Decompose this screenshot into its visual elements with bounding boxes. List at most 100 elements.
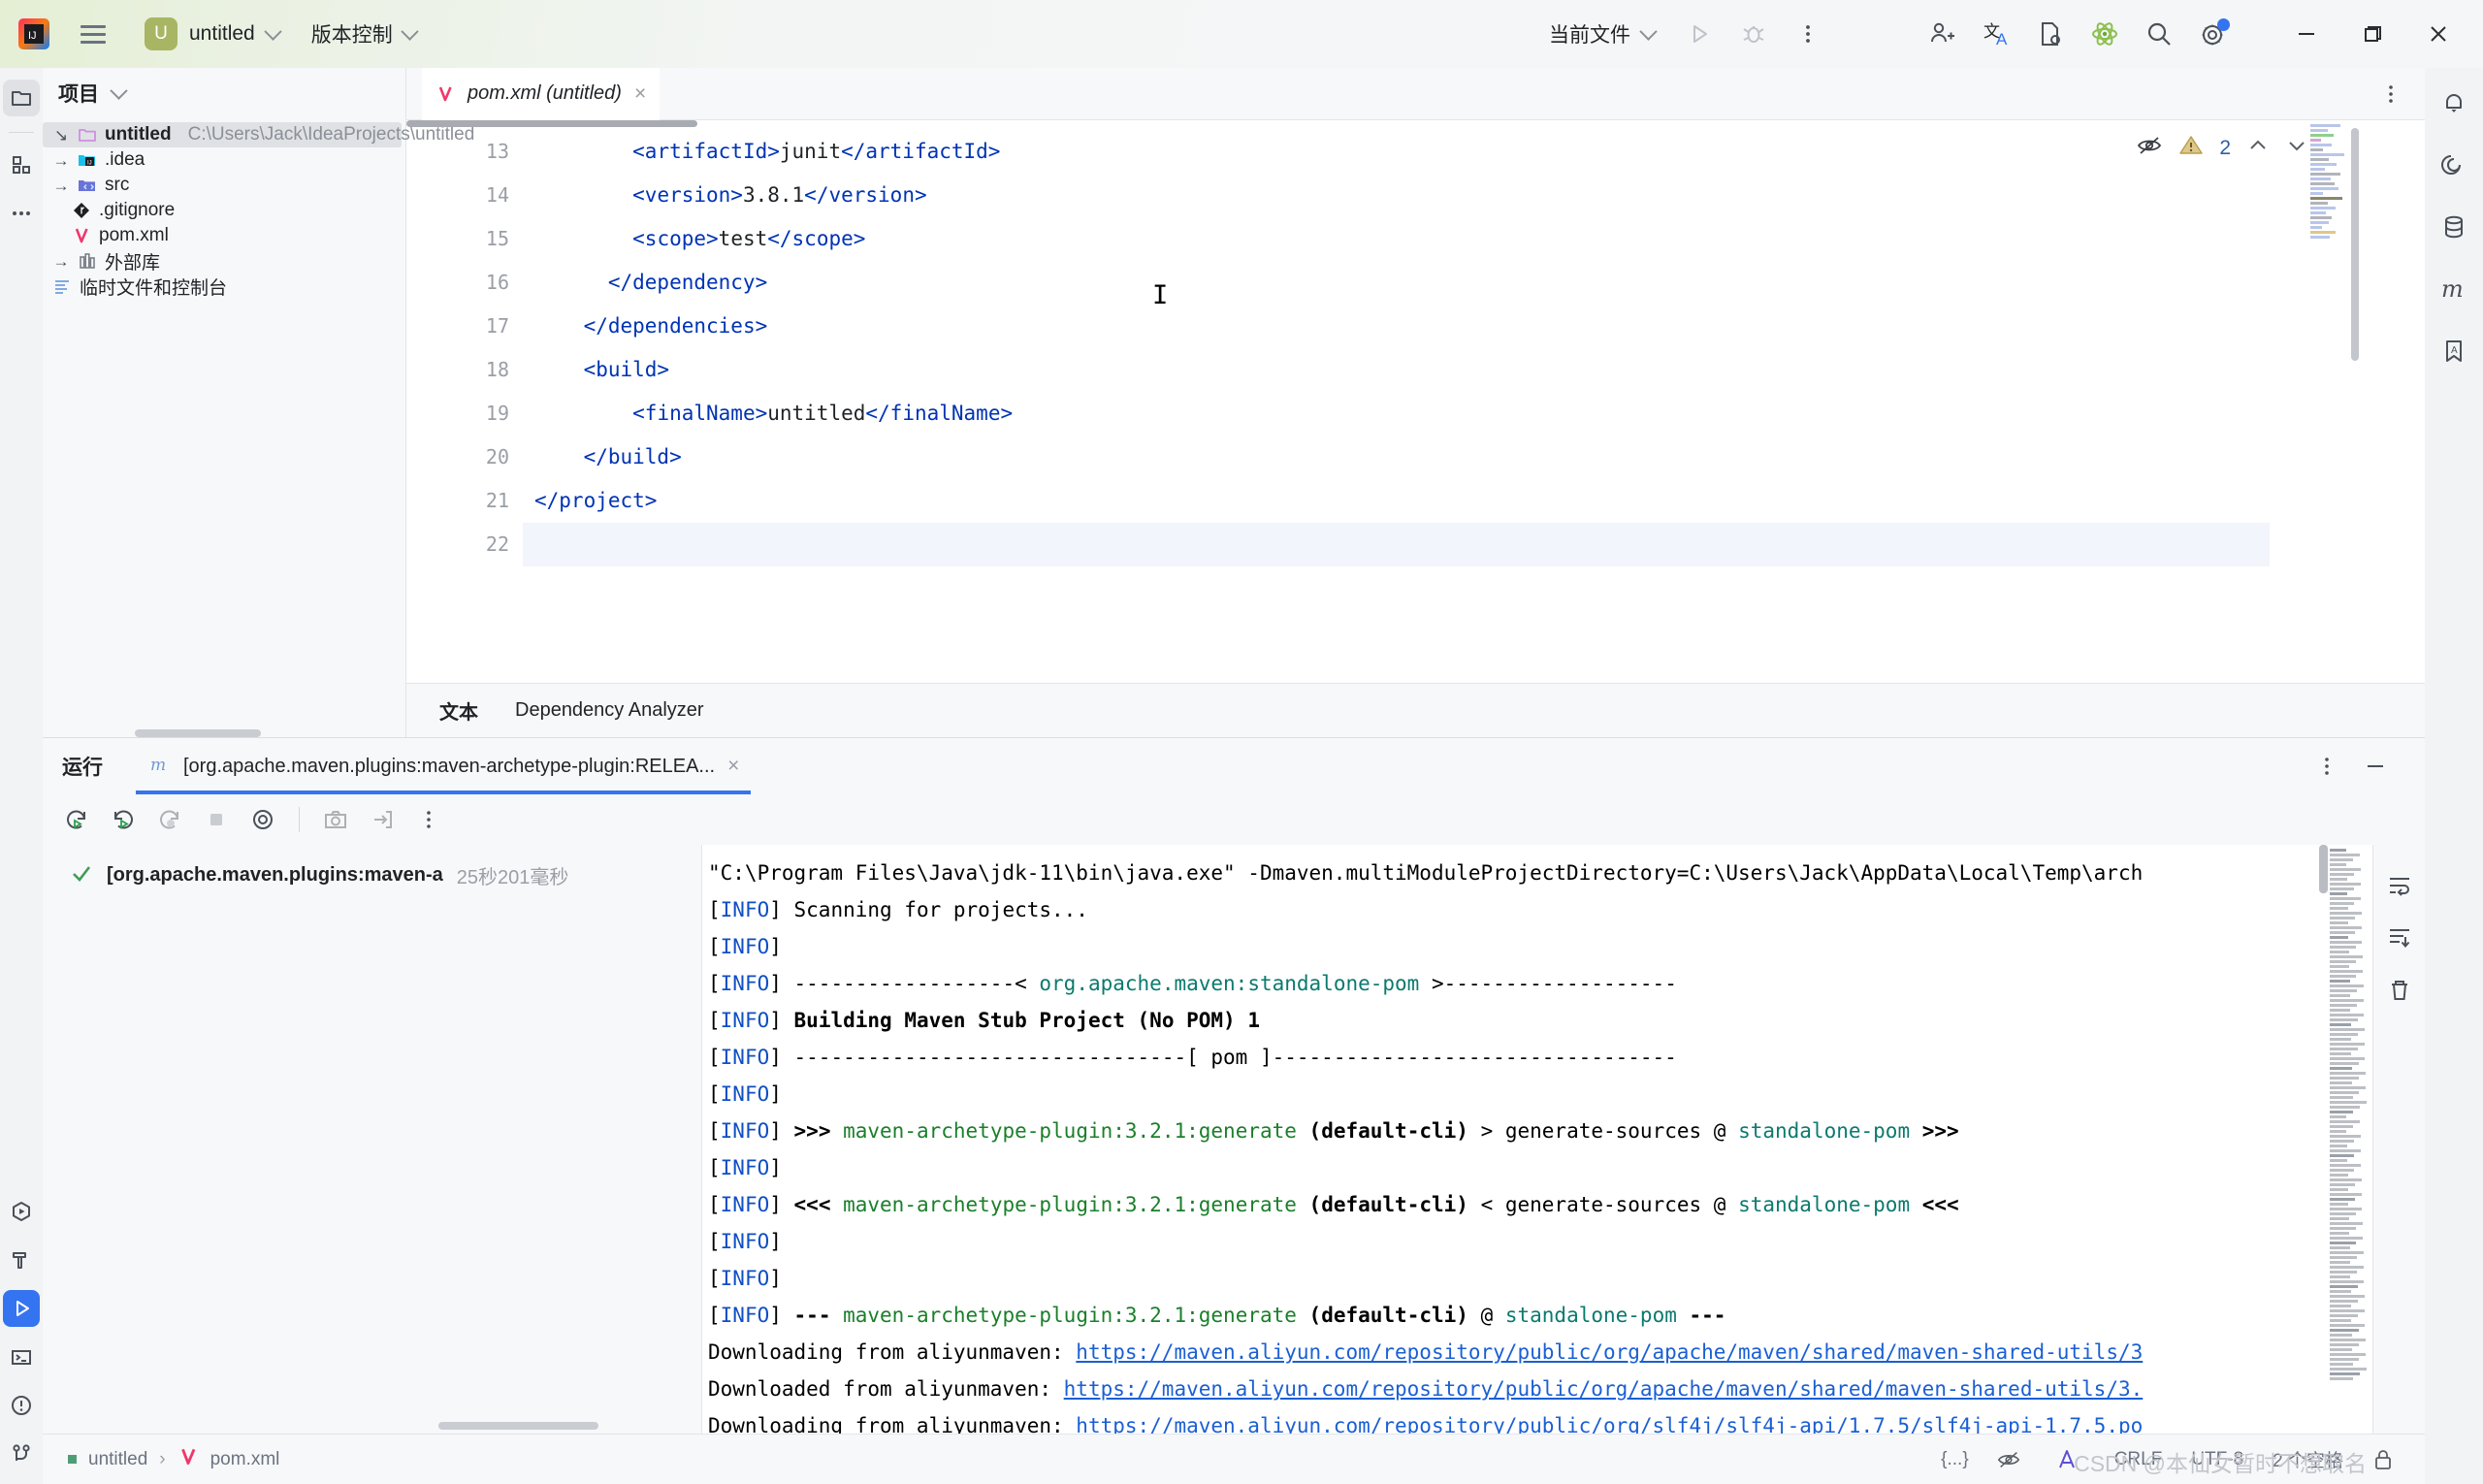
code-line[interactable]: </dependencies>: [523, 305, 2270, 348]
code-line[interactable]: <scope>test</scope>: [523, 217, 2270, 261]
tree-row-pom[interactable]: pom.xml: [43, 223, 405, 248]
code-line[interactable]: <finalName>untitled</finalName>: [523, 392, 2270, 436]
run-tree-node[interactable]: [org.apache.maven.plugins:maven-a 25秒201…: [43, 858, 701, 891]
translate-icon[interactable]: 文 A: [1971, 9, 2021, 59]
add-user-icon[interactable]: [1917, 9, 1967, 59]
rerun-auto-icon[interactable]: [149, 799, 190, 840]
line-separator-widget[interactable]: CRLF: [2114, 1449, 2163, 1470]
tree-row-gitignore[interactable]: .gitignore: [43, 198, 405, 223]
maven-icon[interactable]: m: [2433, 268, 2475, 310]
settings-icon[interactable]: [2188, 9, 2239, 59]
collapsed-arrow-icon[interactable]: →: [52, 177, 70, 194]
more-vertical-icon[interactable]: [1783, 9, 1833, 59]
close-icon[interactable]: ×: [634, 82, 646, 106]
bookmarks-icon[interactable]: A: [2433, 330, 2475, 372]
code-line[interactable]: <build>: [523, 348, 2270, 392]
console-text: Downloading from aliyunmaven:: [708, 1340, 1077, 1364]
lock-icon[interactable]: [2365, 1441, 2402, 1478]
sidebar-item-build[interactable]: [3, 1242, 40, 1278]
editor-tab-pom[interactable]: pom.xml (untitled) ×: [422, 67, 661, 120]
file-settings-icon[interactable]: [2025, 9, 2076, 59]
close-icon[interactable]: [2407, 8, 2469, 60]
tree-row-external-libraries[interactable]: → 外部库: [43, 248, 405, 274]
run-tab[interactable]: m [org.apache.maven.plugins:maven-archet…: [136, 738, 752, 794]
sidebar-item-more[interactable]: [3, 195, 40, 232]
notifications-icon[interactable]: [2433, 81, 2475, 124]
sidebar-item-problems[interactable]: [3, 1387, 40, 1424]
sidebar-item-project[interactable]: [3, 80, 40, 116]
chevron-down-icon[interactable]: [110, 81, 128, 100]
code-line[interactable]: </build>: [523, 436, 2270, 479]
project-horizontal-scrollbar[interactable]: [135, 729, 261, 737]
sidebar-item-git[interactable]: [3, 1436, 40, 1472]
run-header: 运行 m [org.apache.maven.plugins:maven-arc…: [43, 738, 2425, 794]
collapsed-arrow-icon[interactable]: →: [52, 152, 70, 169]
toggle-filter-icon[interactable]: [242, 799, 283, 840]
clear-all-icon[interactable]: [2380, 971, 2419, 1010]
breadcrumb-untitled[interactable]: untitled: [88, 1449, 147, 1470]
console-link[interactable]: https://maven.aliyun.com/repository/publ…: [1076, 1340, 2143, 1364]
tree-row-idea[interactable]: → IJ .idea: [43, 147, 405, 173]
collapsed-arrow-icon[interactable]: →: [52, 253, 70, 270]
search-icon[interactable]: [2134, 9, 2184, 59]
run-tree-scrollbar[interactable]: [438, 1422, 598, 1430]
code-line[interactable]: <version>3.8.1</version>: [523, 174, 2270, 217]
code-line[interactable]: [523, 523, 2270, 566]
chevron-up-icon[interactable]: [2246, 134, 2270, 162]
project-widget[interactable]: U untitled: [136, 13, 288, 55]
more-vertical-icon[interactable]: [2303, 742, 2351, 790]
code-lines[interactable]: <artifactId>junit</artifactId> <version>…: [523, 120, 2270, 683]
rerun-failed-icon[interactable]: [103, 799, 144, 840]
console-output[interactable]: "C:\Program Files\Java\jdk-11\bin\java.e…: [702, 845, 2372, 1434]
export-icon[interactable]: [362, 799, 403, 840]
tree-row-scratches[interactable]: 临时文件和控制台: [43, 274, 405, 299]
vcs-widget[interactable]: 版本控制: [302, 14, 426, 54]
close-icon[interactable]: ×: [727, 755, 739, 778]
minimize-icon[interactable]: [2351, 742, 2400, 790]
encoding-widget[interactable]: UTF-8: [2191, 1449, 2243, 1470]
code-line[interactable]: <artifactId>junit</artifactId>: [523, 130, 2270, 174]
code-line[interactable]: </dependency>: [523, 261, 2270, 305]
export-image-icon[interactable]: [315, 799, 356, 840]
console-link[interactable]: https://maven.aliyun.com/repository/publ…: [1064, 1377, 2144, 1401]
expanded-arrow-icon[interactable]: ↘: [52, 127, 70, 144]
tab-dependency-analyzer[interactable]: Dependency Analyzer: [511, 695, 708, 726]
ai-assistant-icon[interactable]: [2433, 144, 2475, 186]
project-badge: U: [145, 17, 177, 50]
tree-row-src[interactable]: → src: [43, 173, 405, 198]
sidebar-item-structure[interactable]: [3, 146, 40, 183]
wrap-text-icon[interactable]: [2380, 866, 2419, 905]
more-vertical-icon[interactable]: [2369, 72, 2413, 116]
code-line[interactable]: </project>: [523, 479, 2270, 523]
breadcrumb-pom[interactable]: pom.xml: [210, 1449, 280, 1470]
warning-icon[interactable]: [2178, 133, 2204, 163]
hamburger-icon[interactable]: [72, 13, 114, 55]
run-configuration-selector[interactable]: 当前文件: [1539, 14, 1664, 54]
rerun-icon[interactable]: [56, 799, 97, 840]
console-link[interactable]: https://maven.aliyun.com/repository/publ…: [1076, 1414, 2143, 1434]
sidebar-item-terminal[interactable]: [3, 1339, 40, 1375]
maximize-icon[interactable]: [2341, 8, 2403, 60]
sidebar-item-services[interactable]: [3, 1193, 40, 1230]
database-icon[interactable]: [2433, 206, 2475, 248]
scroll-to-end-icon[interactable]: [2380, 919, 2419, 957]
minimize-icon[interactable]: [2275, 8, 2338, 60]
run-icon[interactable]: [1674, 9, 1725, 59]
json-format-icon[interactable]: {...}: [1941, 1449, 1969, 1470]
debug-icon[interactable]: [1728, 9, 1779, 59]
inspections-off-icon[interactable]: [1990, 1441, 2027, 1478]
chevron-down-icon[interactable]: [2285, 134, 2308, 162]
sidebar-item-run[interactable]: [3, 1290, 40, 1327]
editor-vertical-scrollbar[interactable]: [2351, 128, 2359, 361]
inspections-off-icon[interactable]: [2136, 132, 2163, 164]
console-vertical-scrollbar[interactable]: [2319, 845, 2328, 893]
indent-widget[interactable]: 2 个空格: [2273, 1446, 2343, 1472]
stop-icon[interactable]: [196, 799, 237, 840]
tree-row-untitled[interactable]: ↘ untitled C:\Users\Jack\IdeaProjects\un…: [43, 122, 474, 147]
console-minimap[interactable]: [2330, 849, 2367, 1380]
tab-text[interactable]: 文本: [435, 693, 482, 728]
atom-icon[interactable]: [2080, 9, 2130, 59]
ai-icon[interactable]: [2048, 1441, 2085, 1478]
editor-minimap[interactable]: [2310, 124, 2353, 279]
more-vertical-icon[interactable]: [408, 799, 449, 840]
